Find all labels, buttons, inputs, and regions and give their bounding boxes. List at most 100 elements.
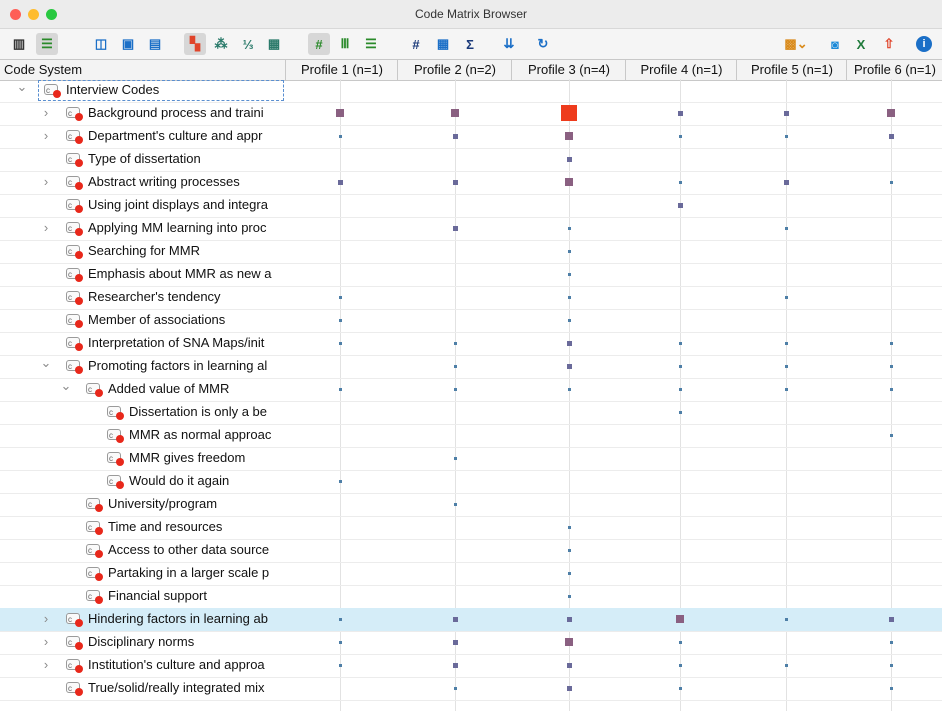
code-tree-cell[interactable]: c MMR as normal approac bbox=[0, 424, 285, 447]
code-tree-cell[interactable]: c Would do it again bbox=[0, 470, 285, 493]
code-tree-cell[interactable]: c True/solid/really integrated mix bbox=[0, 677, 285, 700]
matrix-cell-square[interactable] bbox=[888, 133, 894, 139]
code-tree-cell[interactable]: › c Disciplinary norms bbox=[0, 631, 285, 654]
code-tree-cell[interactable]: › c Abstract writing processes bbox=[0, 171, 285, 194]
matrix-cell-square[interactable] bbox=[784, 387, 788, 391]
matrix-cell-square[interactable] bbox=[889, 686, 893, 690]
matrix-cell-square[interactable] bbox=[677, 110, 683, 116]
matrix-cell-square[interactable] bbox=[566, 363, 572, 369]
matrix-cell-square[interactable] bbox=[567, 387, 571, 391]
chevron-right-icon[interactable]: › bbox=[40, 657, 52, 672]
code-tree-cell[interactable]: c Access to other data source bbox=[0, 539, 285, 562]
matrix-row[interactable]: › c Background process and traini bbox=[0, 102, 942, 126]
column-header-profile-4[interactable]: Profile 4 (n=1) bbox=[625, 60, 737, 80]
rows-icon[interactable]: ☰ bbox=[360, 33, 382, 55]
matrix-cell-square[interactable] bbox=[889, 387, 893, 391]
matrix-cell-square[interactable] bbox=[453, 341, 457, 345]
matrix-cell-square[interactable] bbox=[336, 109, 344, 117]
matrix-cell-square[interactable] bbox=[784, 341, 788, 345]
matrix-cell-square[interactable] bbox=[784, 295, 788, 299]
hash-table-icon[interactable]: # bbox=[308, 33, 330, 55]
code-tree-cell[interactable]: › c Applying MM learning into proc bbox=[0, 217, 285, 240]
matrix-cell-square[interactable] bbox=[567, 548, 571, 552]
matrix-cell-square[interactable] bbox=[452, 662, 458, 668]
matrix-cell-square[interactable] bbox=[567, 226, 571, 230]
column-header-profile-2[interactable]: Profile 2 (n=2) bbox=[397, 60, 512, 80]
matrix-cell-square[interactable] bbox=[889, 433, 893, 437]
symbol-nums-colored-icon[interactable]: ▦ bbox=[263, 33, 285, 55]
code-tree-cell[interactable]: c Researcher's tendency bbox=[0, 286, 285, 309]
matrix-cell-square[interactable] bbox=[451, 109, 459, 117]
matrix-cell-square[interactable] bbox=[783, 179, 789, 185]
chevron-right-icon[interactable]: › bbox=[40, 611, 52, 626]
document-hash-icon[interactable]: # bbox=[405, 33, 427, 55]
matrix-row[interactable]: c Financial support bbox=[0, 585, 942, 609]
matrix-row[interactable]: c University/program bbox=[0, 493, 942, 517]
matrix-cell-square[interactable] bbox=[678, 341, 682, 345]
matrix-cell-square[interactable] bbox=[678, 640, 682, 644]
chevron-down-icon[interactable]: ⌄ bbox=[40, 355, 52, 371]
matrix-cell-square[interactable] bbox=[887, 109, 895, 117]
matrix-row[interactable]: › c Applying MM learning into proc bbox=[0, 217, 942, 241]
matrix-cell-square[interactable] bbox=[452, 616, 458, 622]
code-tree-cell[interactable]: c Member of associations bbox=[0, 309, 285, 332]
matrix-cell-square[interactable] bbox=[453, 387, 457, 391]
matrix-cell-square[interactable] bbox=[889, 364, 893, 368]
matrix-cell-square[interactable] bbox=[338, 318, 342, 322]
matrix-cell-square[interactable] bbox=[337, 179, 343, 185]
layout-a-icon[interactable]: ◫ bbox=[90, 33, 112, 55]
chevron-down-icon[interactable]: ⌄ bbox=[16, 79, 28, 95]
matrix-row[interactable]: ⌄ c Added value of MMR bbox=[0, 378, 942, 402]
matrix-row[interactable]: c Interpretation of SNA Maps/init bbox=[0, 332, 942, 356]
matrix-cell-square[interactable] bbox=[678, 134, 682, 138]
matrix-cell-square[interactable] bbox=[566, 156, 572, 162]
layout-b-icon[interactable]: ▣ bbox=[117, 33, 139, 55]
matrix-cell-square[interactable] bbox=[566, 662, 572, 668]
column-header-profile-5[interactable]: Profile 5 (n=1) bbox=[736, 60, 847, 80]
matrix-row[interactable]: c Time and resources bbox=[0, 516, 942, 540]
matrix-row[interactable]: c True/solid/really integrated mix bbox=[0, 677, 942, 701]
matrix-row[interactable]: c Emphasis about MMR as new a bbox=[0, 263, 942, 287]
code-list-icon[interactable]: ☰ bbox=[36, 33, 58, 55]
code-tree-cell[interactable]: c Type of dissertation bbox=[0, 148, 285, 171]
chevron-right-icon[interactable]: › bbox=[40, 220, 52, 235]
matrix-cell-square[interactable] bbox=[678, 663, 682, 667]
matrix-cell-square[interactable] bbox=[678, 387, 682, 391]
matrix-cell-square[interactable] bbox=[338, 295, 342, 299]
code-tree-cell[interactable]: › c Hindering factors in learning ab bbox=[0, 608, 285, 631]
column-header-profile-3[interactable]: Profile 3 (n=4) bbox=[511, 60, 626, 80]
chevron-right-icon[interactable]: › bbox=[40, 174, 52, 189]
matrix-cell-square[interactable] bbox=[566, 685, 572, 691]
chevron-down-icon[interactable]: ⌄ bbox=[60, 378, 72, 394]
code-tree-cell[interactable]: c Partaking in a larger scale p bbox=[0, 562, 285, 585]
code-tree-cell[interactable]: c Time and resources bbox=[0, 516, 285, 539]
matrix-cell-square[interactable] bbox=[453, 686, 457, 690]
matrix-row[interactable]: c Researcher's tendency bbox=[0, 286, 942, 310]
matrix-cell-square[interactable] bbox=[678, 180, 682, 184]
matrix-cell-square[interactable] bbox=[452, 179, 458, 185]
code-tree-cell[interactable]: ⌄ c Promoting factors in learning al bbox=[0, 355, 285, 378]
matrix-cell-square[interactable] bbox=[783, 110, 789, 116]
refresh-icon[interactable]: ↻ bbox=[532, 33, 554, 55]
info-icon[interactable]: i bbox=[916, 36, 932, 52]
matrix-cell-square[interactable] bbox=[338, 341, 342, 345]
matrix-cell-square[interactable] bbox=[677, 202, 683, 208]
chevron-right-icon[interactable]: › bbox=[40, 128, 52, 143]
matrix-cell-square[interactable] bbox=[338, 617, 342, 621]
matrix-cell-square[interactable] bbox=[565, 132, 573, 140]
layout-c-icon[interactable]: ▤ bbox=[144, 33, 166, 55]
matrix-row[interactable]: ⌄ c Promoting factors in learning al bbox=[0, 355, 942, 379]
matrix-row[interactable]: c Partaking in a larger scale p bbox=[0, 562, 942, 586]
matrix-cell-square[interactable] bbox=[678, 410, 682, 414]
code-tree-cell[interactable]: c Interpretation of SNA Maps/init bbox=[0, 332, 285, 355]
matrix-row[interactable]: c Using joint displays and integra bbox=[0, 194, 942, 218]
matrix-cell-square[interactable] bbox=[784, 226, 788, 230]
code-tree-cell[interactable]: › c Department's culture and appr bbox=[0, 125, 285, 148]
matrix-row[interactable]: c Dissertation is only a be bbox=[0, 401, 942, 425]
palette-dropdown-icon[interactable]: ▩⌄ bbox=[780, 33, 812, 55]
symbol-squares-icon[interactable]: ▚ bbox=[184, 33, 206, 55]
matrix-row[interactable]: › c Disciplinary norms bbox=[0, 631, 942, 655]
matrix-cell-square[interactable] bbox=[784, 364, 788, 368]
matrix-row[interactable]: › c Hindering factors in learning ab bbox=[0, 608, 942, 632]
matrix-cell-square[interactable] bbox=[784, 134, 788, 138]
